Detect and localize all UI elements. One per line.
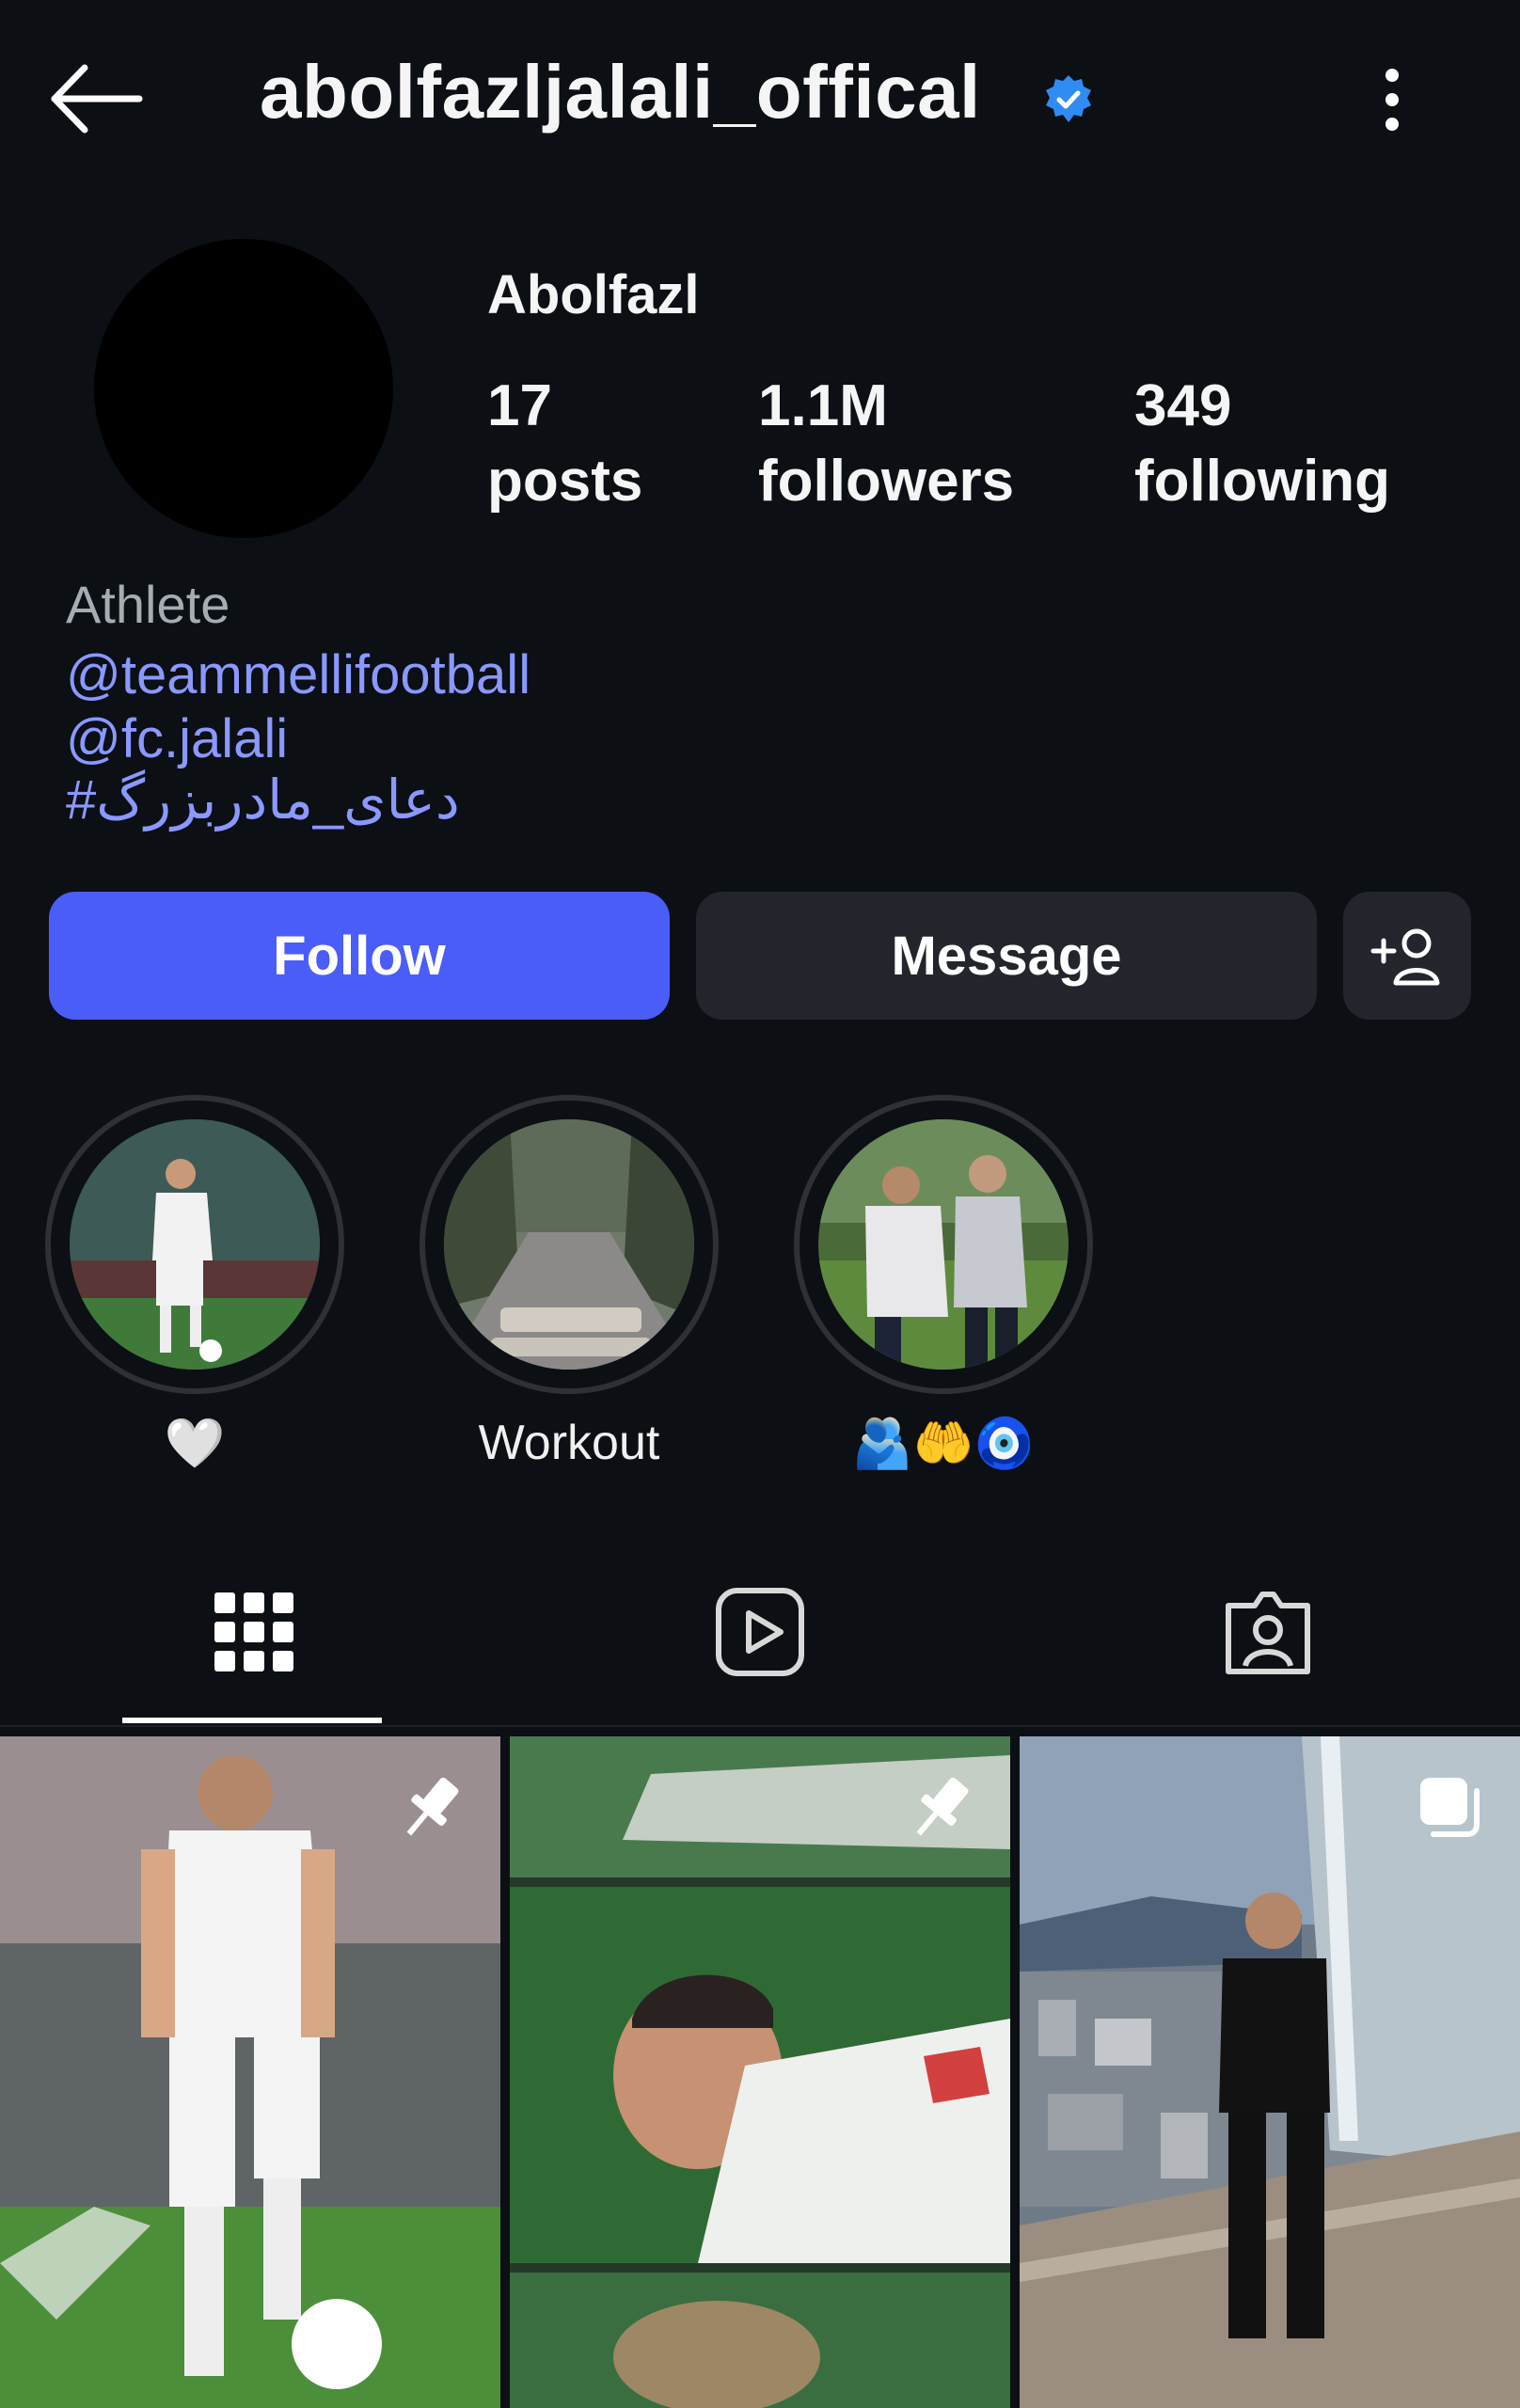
stat-following-label: following — [1134, 449, 1391, 514]
highlight-label: 🤍 — [164, 1417, 226, 1471]
bio-mention-link[interactable]: @fc.jalali — [66, 707, 288, 770]
tab-reels[interactable] — [638, 1580, 882, 1684]
message-button[interactable]: Message — [696, 892, 1317, 1020]
suggested-accounts-button[interactable] — [1343, 892, 1471, 1020]
stat-posts-count: 17 — [487, 373, 552, 438]
grid-icon — [214, 1592, 293, 1671]
stat-posts-label: posts — [487, 449, 643, 514]
highlight-cover — [794, 1095, 1093, 1394]
bio-mention-link[interactable]: @teammellifootball — [66, 643, 530, 706]
tagged-icon — [1226, 1592, 1310, 1674]
divider — [0, 1725, 1520, 1727]
stat-followers[interactable]: 1.1M followers — [758, 369, 1014, 519]
verified-badge-icon — [1042, 73, 1095, 126]
tab-posts-grid[interactable] — [132, 1580, 376, 1684]
tab-tagged[interactable] — [1146, 1580, 1390, 1684]
pin-icon — [916, 1777, 969, 1836]
highlight-cover — [45, 1095, 344, 1394]
back-button[interactable] — [45, 56, 149, 141]
highlight-label: Workout — [478, 1416, 660, 1470]
stat-following[interactable]: 349 following — [1134, 369, 1390, 519]
stat-followers-count: 1.1M — [758, 373, 888, 438]
post-thumbnail[interactable] — [510, 1736, 1010, 2408]
carousel-icon — [1420, 1778, 1480, 1837]
reels-icon — [716, 1588, 804, 1676]
highlight-cover — [420, 1095, 719, 1394]
avatar[interactable] — [94, 239, 393, 538]
active-tab-indicator — [122, 1718, 382, 1723]
stat-followers-label: followers — [758, 449, 1015, 514]
display-name: Abolfazl — [487, 264, 700, 325]
story-highlight[interactable]: 🫂🤲🧿 — [794, 1095, 1093, 1472]
post-thumbnail[interactable] — [1020, 1736, 1520, 2408]
arrow-left-icon — [51, 64, 143, 134]
stat-following-count: 349 — [1134, 373, 1232, 438]
add-person-icon — [1370, 928, 1440, 986]
highlight-label: 🫂🤲🧿 — [851, 1417, 1036, 1471]
more-vertical-icon — [1385, 69, 1399, 131]
pin-icon — [406, 1777, 459, 1836]
post-thumbnail[interactable] — [0, 1736, 500, 2408]
bio-hashtag-link[interactable]: #دعای_مادربزرگ — [66, 768, 460, 832]
highlight-thumbnail-image — [444, 1119, 694, 1370]
story-highlight[interactable]: Workout — [420, 1095, 719, 1471]
follow-button[interactable]: Follow — [49, 892, 670, 1020]
highlight-thumbnail-image — [70, 1119, 320, 1370]
stat-posts[interactable]: 17 posts — [487, 369, 642, 519]
highlight-thumbnail-image — [818, 1119, 1069, 1370]
story-highlight[interactable]: 🤍 — [45, 1095, 344, 1472]
profile-username: abolfazljalali_offical — [260, 50, 981, 134]
more-options-button[interactable] — [1354, 62, 1430, 137]
profile-category: Athlete — [66, 575, 230, 634]
